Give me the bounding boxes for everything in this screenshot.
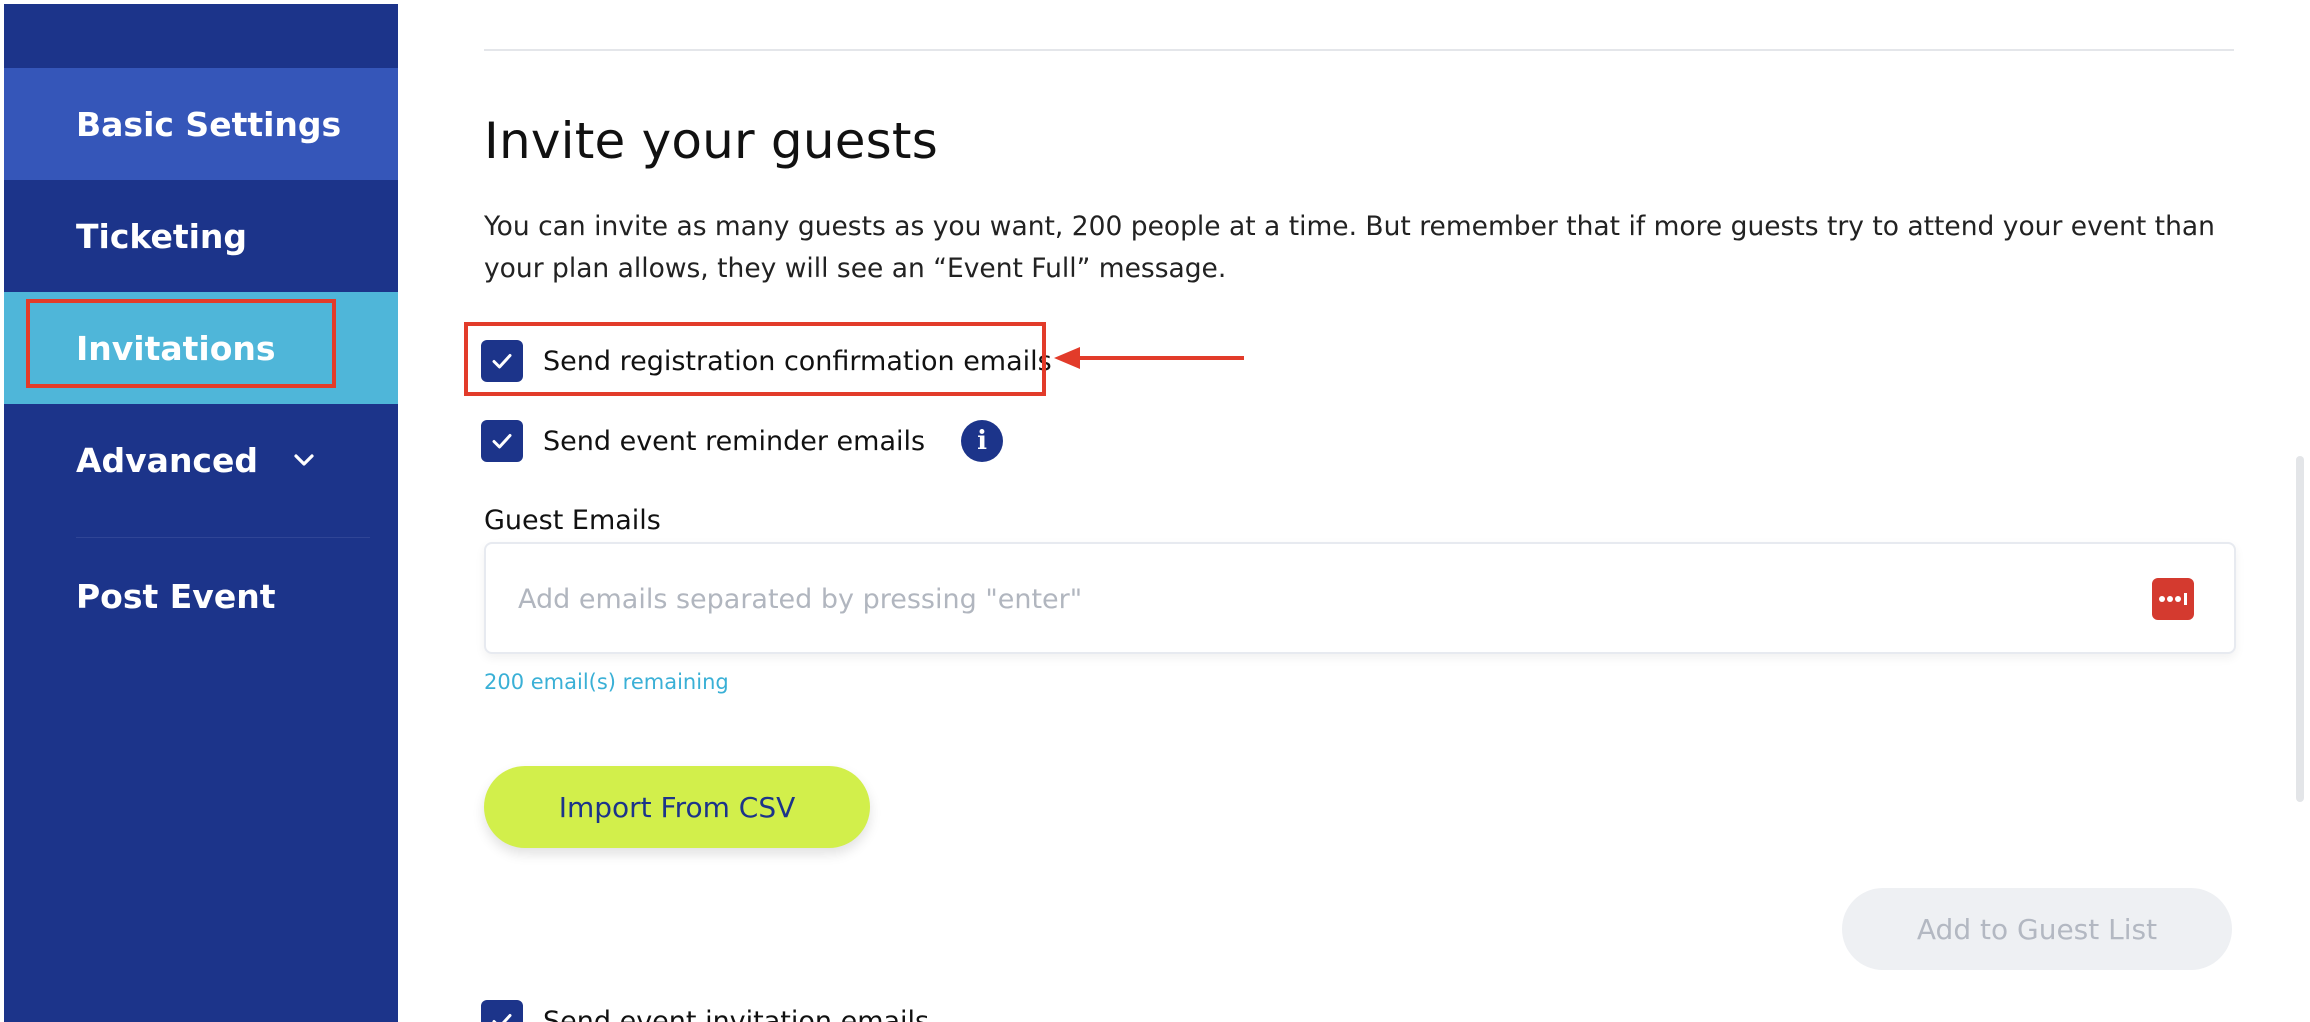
sidebar-item-basic-settings[interactable]: Basic Settings bbox=[4, 68, 398, 180]
confirmation-email-option: Send registration confirmation emails bbox=[481, 338, 1052, 384]
page-title: Invite your guests bbox=[484, 112, 938, 170]
guest-emails-field bbox=[484, 542, 2236, 654]
reminder-email-label: Send event reminder emails bbox=[543, 425, 926, 457]
invitation-email-checkbox[interactable] bbox=[481, 1000, 523, 1022]
sidebar-item-label: Advanced bbox=[76, 440, 258, 480]
guest-emails-label: Guest Emails bbox=[484, 505, 661, 536]
sidebar-item-label: Post Event bbox=[76, 576, 276, 616]
invitation-email-option: Send event invitation emails bbox=[481, 998, 929, 1022]
sidebar: Basic Settings Ticketing Invitations Adv… bbox=[4, 4, 398, 1022]
sidebar-item-invitations[interactable]: Invitations bbox=[4, 292, 398, 404]
invitation-email-label: Send event invitation emails bbox=[543, 1005, 930, 1022]
chevron-down-icon bbox=[292, 448, 316, 472]
reminder-email-checkbox[interactable] bbox=[481, 420, 523, 462]
emails-remaining-text: 200 email(s) remaining bbox=[484, 670, 729, 694]
sidebar-item-label: Invitations bbox=[76, 328, 276, 368]
section-divider bbox=[484, 49, 2234, 51]
guest-emails-input[interactable] bbox=[516, 570, 2120, 628]
add-to-guest-list-button[interactable]: Add to Guest List bbox=[1842, 888, 2232, 970]
annotation-arrow-icon bbox=[1052, 345, 1246, 371]
password-manager-icon[interactable] bbox=[2152, 578, 2194, 620]
confirmation-email-label: Send registration confirmation emails bbox=[543, 345, 1052, 377]
sidebar-divider bbox=[76, 537, 370, 538]
sidebar-item-ticketing[interactable]: Ticketing bbox=[4, 180, 398, 292]
invite-description: You can invite as many guests as you wan… bbox=[484, 211, 2215, 284]
confirmation-email-checkbox[interactable] bbox=[481, 340, 523, 382]
sidebar-item-label: Ticketing bbox=[76, 216, 248, 256]
reminder-email-option: Send event reminder emails i bbox=[481, 418, 1004, 464]
check-icon bbox=[492, 1014, 512, 1022]
sidebar-item-post-event[interactable]: Post Event bbox=[4, 540, 398, 652]
sidebar-item-label: Basic Settings bbox=[76, 104, 342, 144]
scrollbar-thumb[interactable] bbox=[2296, 456, 2304, 802]
check-icon bbox=[492, 354, 512, 369]
info-icon[interactable]: i bbox=[961, 420, 1004, 462]
page: Basic Settings Ticketing Invitations Adv… bbox=[0, 0, 2310, 1022]
check-icon bbox=[492, 434, 512, 449]
import-csv-button[interactable]: Import From CSV bbox=[484, 766, 870, 848]
sidebar-item-advanced[interactable]: Advanced bbox=[4, 404, 398, 516]
